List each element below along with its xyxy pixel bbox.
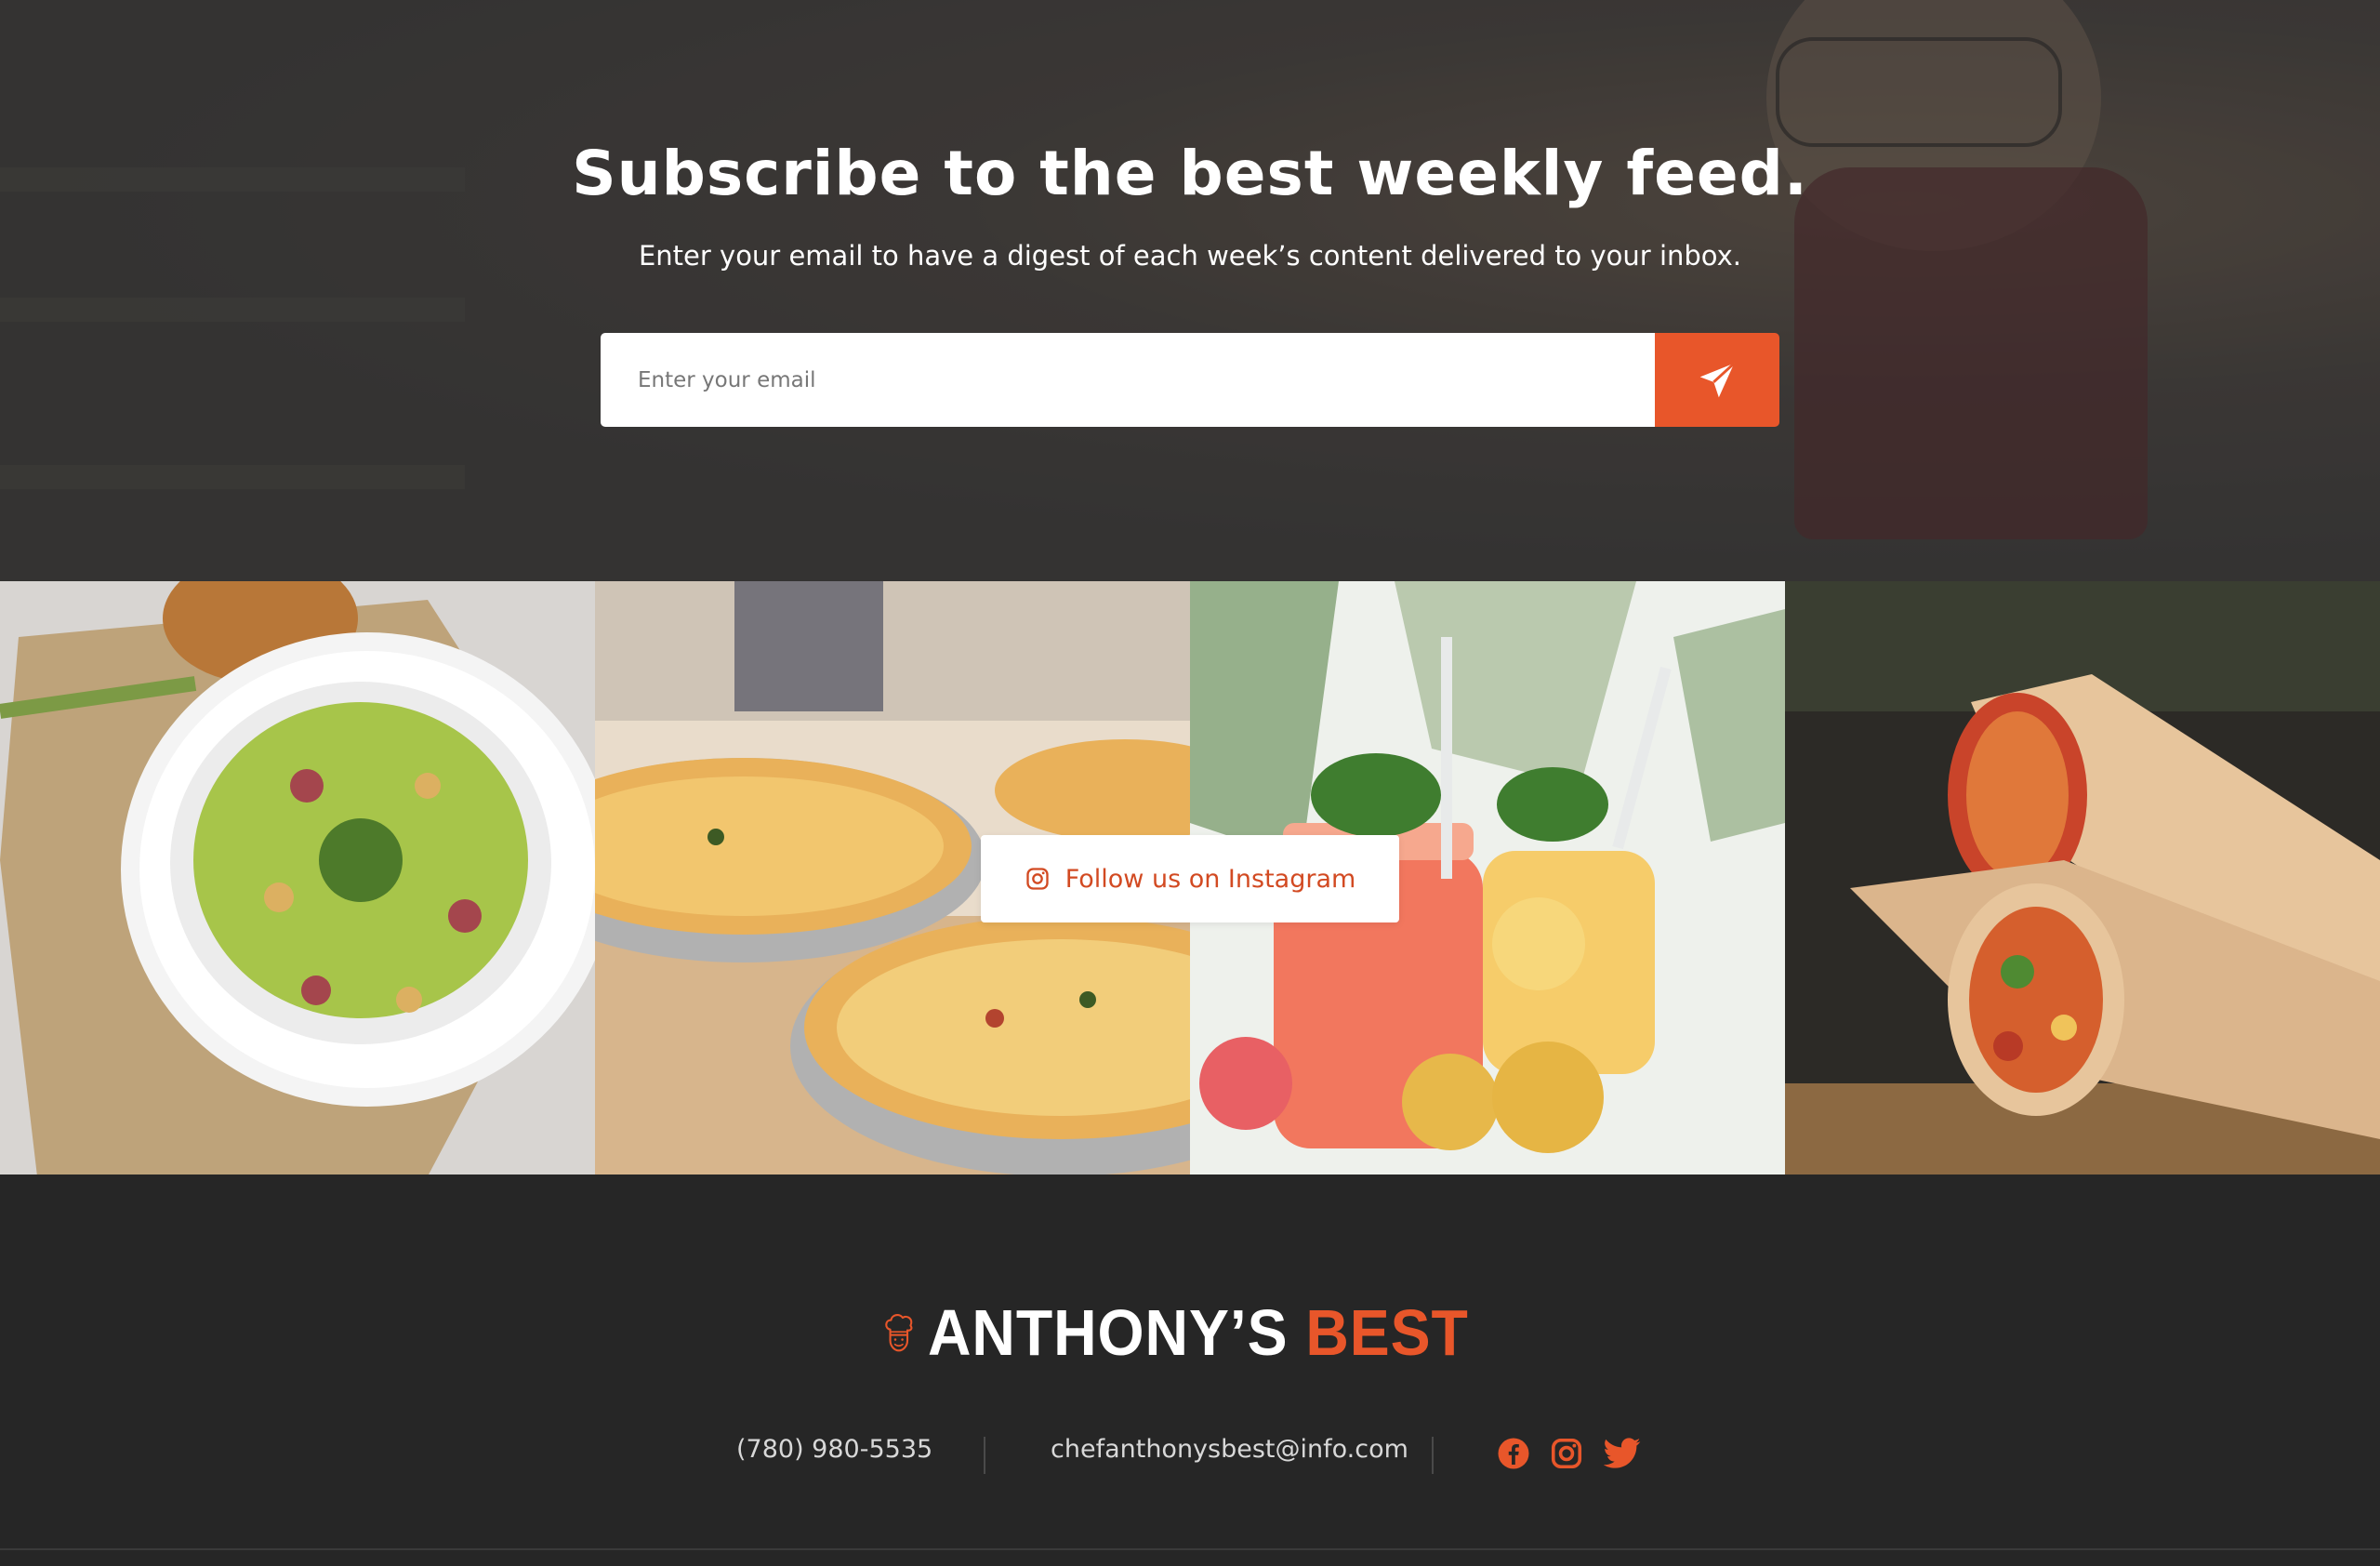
facebook-link[interactable] [1495,1435,1532,1472]
background-overlay [0,0,2380,581]
chef-hat-icon [885,1314,913,1352]
instagram-icon [1551,1438,1582,1469]
instagram-link[interactable] [1548,1435,1585,1472]
send-button[interactable] [1655,333,1779,427]
email-input[interactable] [601,333,1655,427]
twitter-link[interactable] [1604,1435,1641,1472]
brand-name: ANTHONY’S BEST [928,1295,1469,1370]
site-footer: ANTHONY’S BEST (780) 980-5535 chefanthon… [0,1174,2380,1566]
follow-instagram-label: Follow us on Instagram [1064,864,1356,894]
brand-name-first: ANTHONY’S [927,1296,1289,1369]
footer-divider [1432,1437,1434,1474]
brand-name-second: BEST [1304,1296,1469,1369]
phone-link[interactable]: (780) 980-5535 [736,1435,932,1464]
twitter-icon [1604,1438,1641,1468]
footer-divider [984,1437,985,1474]
brand-logo[interactable]: ANTHONY’S BEST [883,1281,1515,1384]
subscribe-title: Subscribe to the best weekly feed. [572,138,1808,209]
subscribe-section: Subscribe to the best weekly feed. Enter… [0,0,2380,581]
follow-instagram-button[interactable]: Follow us on Instagram [981,835,1399,922]
send-icon [1699,362,1736,397]
email-link[interactable]: chefanthonysbest@info.com [1051,1435,1408,1464]
subscribe-description: Enter your email to have a digest of eac… [638,240,1742,272]
facebook-icon [1498,1438,1529,1469]
instagram-icon [1026,868,1049,890]
wrap-image [1785,581,2380,1174]
subscribe-form [601,333,1779,427]
footer-bottom-border [0,1548,2380,1550]
asparagus-soup-image [0,581,595,1174]
